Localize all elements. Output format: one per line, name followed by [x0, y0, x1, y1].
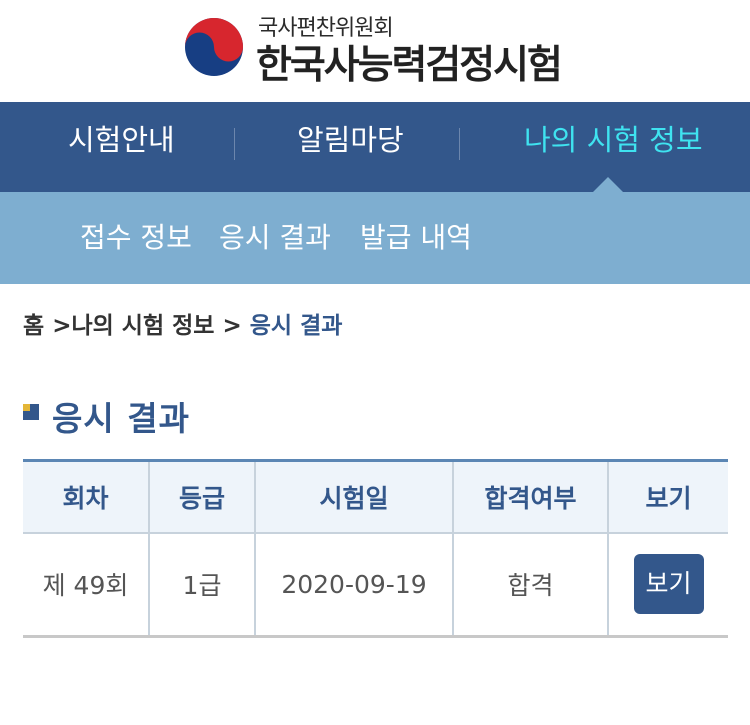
breadcrumb-separator: > [222, 313, 242, 339]
site-title[interactable]: 한국사능력검정시험 [256, 34, 563, 90]
cell-grade: 1급 [148, 532, 255, 638]
breadcrumb-my-exam-info[interactable]: 나의 시험 정보 [71, 313, 214, 339]
sub-nav-exam-results[interactable]: 응시 결과 [219, 192, 331, 284]
page-title: 응시 결과 [52, 399, 190, 438]
active-tab-caret-icon [593, 177, 623, 192]
breadcrumb: 홈 >나의 시험 정보 > 응시 결과 [23, 306, 342, 340]
cell-view: 보기 [607, 532, 728, 638]
breadcrumb-current: 응시 결과 [249, 313, 343, 339]
results-table: 회차 등급 시험일 합격여부 보기 제 49회 1급 2020-09-19 합격… [23, 459, 728, 638]
title-bullet-icon [23, 404, 39, 420]
cell-exam-date: 2020-09-19 [254, 532, 453, 638]
column-header-grade: 등급 [148, 459, 255, 534]
main-nav-notice[interactable]: 알림마당 [297, 102, 404, 192]
cell-pass-status: 합격 [452, 532, 608, 638]
column-header-view: 보기 [607, 459, 728, 534]
main-nav-exam-guide[interactable]: 시험안내 [68, 102, 175, 192]
view-result-button[interactable]: 보기 [633, 554, 704, 615]
column-header-pass-status: 합격여부 [452, 459, 608, 534]
column-header-round: 회차 [23, 459, 149, 534]
main-nav: 시험안내 알림마당 나의 시험 정보 [0, 102, 750, 192]
sub-nav-issuance-history[interactable]: 발급 내역 [360, 192, 472, 284]
nav-divider [234, 128, 235, 160]
site-header: 국사편찬위원회 한국사능력검정시험 [0, 0, 750, 102]
sub-nav-registration-info[interactable]: 접수 정보 [80, 192, 192, 284]
cell-round: 제 49회 [23, 532, 149, 638]
table-row: 제 49회 1급 2020-09-19 합격 보기 [23, 532, 728, 638]
breadcrumb-separator: > [52, 313, 72, 339]
sub-nav: 접수 정보 응시 결과 발급 내역 [0, 192, 750, 284]
taegeuk-emblem-icon[interactable] [183, 16, 245, 78]
column-header-exam-date: 시험일 [254, 459, 453, 534]
table-header-row: 회차 등급 시험일 합격여부 보기 [23, 459, 728, 534]
breadcrumb-home[interactable]: 홈 [23, 313, 44, 339]
nav-divider [459, 128, 460, 160]
